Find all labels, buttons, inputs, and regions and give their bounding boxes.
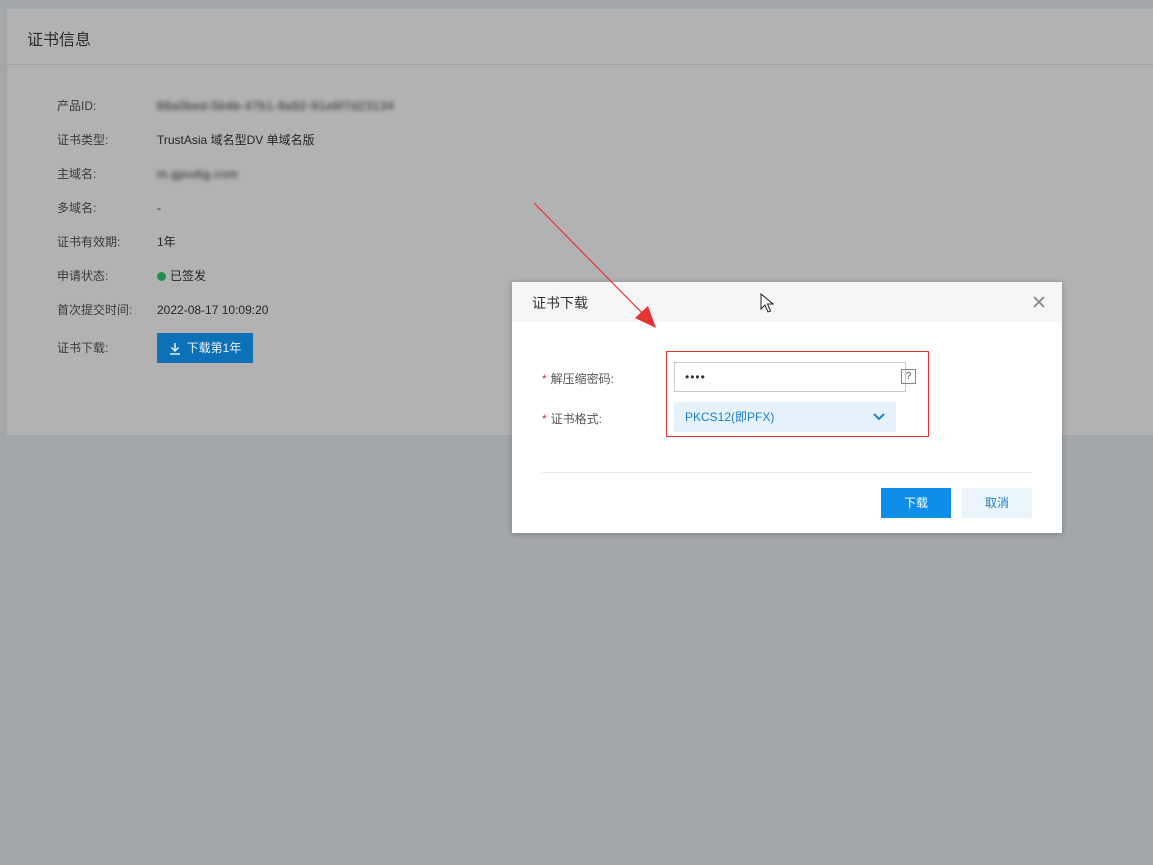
panel-header: 证书信息 xyxy=(7,9,1153,65)
status-dot-icon xyxy=(157,272,166,281)
row-label: 证书下载: xyxy=(57,341,109,355)
dialog-header: 证书下载 xyxy=(512,282,1062,322)
multi-domain-value: - xyxy=(157,201,161,215)
cancel-button[interactable]: 取消 xyxy=(962,488,1032,518)
product-id-value: 88a0bed-5b4b-47b1-9a92-91e8f7d23134 xyxy=(157,99,395,113)
close-icon[interactable] xyxy=(1031,294,1047,310)
format-label-text: 证书格式: xyxy=(550,412,603,426)
row-label: 证书有效期: xyxy=(57,235,121,249)
row-label: 多域名: xyxy=(57,201,97,215)
format-select-value: PKCS12(即PFX) xyxy=(685,410,775,424)
download-icon xyxy=(169,343,180,355)
submit-time-value: 2022-08-17 10:09:20 xyxy=(157,303,269,317)
row-label: 证书类型: xyxy=(57,133,109,147)
password-input[interactable]: •••• xyxy=(674,362,906,392)
password-label: * 解压缩密码: xyxy=(542,370,614,387)
mouse-cursor-icon xyxy=(760,293,774,313)
status-value: 已签发 xyxy=(157,266,206,286)
confirm-download-button[interactable]: 下载 xyxy=(881,488,951,518)
format-label: * 证书格式: xyxy=(542,410,602,427)
dialog-title: 证书下载 xyxy=(532,295,588,311)
help-icon[interactable]: ? xyxy=(901,369,916,384)
download-year-label: 下载第1年 xyxy=(186,341,242,355)
download-year-button[interactable]: 下载第1年 xyxy=(157,333,253,363)
required-mark: * xyxy=(542,372,547,386)
password-label-text: 解压缩密码: xyxy=(550,372,615,386)
top-strip xyxy=(0,0,1153,9)
validity-value: 1年 xyxy=(157,235,176,249)
dialog-divider xyxy=(542,472,1032,473)
status-text: 已签发 xyxy=(170,269,207,283)
page-title: 证书信息 xyxy=(27,32,92,49)
row-label: 首次提交时间: xyxy=(57,303,133,317)
cert-type-value: TrustAsia 域名型DV 单域名版 xyxy=(157,133,315,147)
required-mark: * xyxy=(542,412,547,426)
format-select[interactable]: PKCS12(即PFX) xyxy=(674,402,896,432)
chevron-down-icon xyxy=(873,413,885,421)
main-domain-value: m.gpudig.com xyxy=(157,167,239,181)
download-dialog: 证书下载 * 解压缩密码: •••• ? * 证书格式: PKCS12(即PFX) … xyxy=(512,282,1062,533)
row-label: 主域名: xyxy=(57,167,97,181)
row-label: 申请状态: xyxy=(57,269,109,283)
row-label: 产品ID: xyxy=(57,99,97,113)
